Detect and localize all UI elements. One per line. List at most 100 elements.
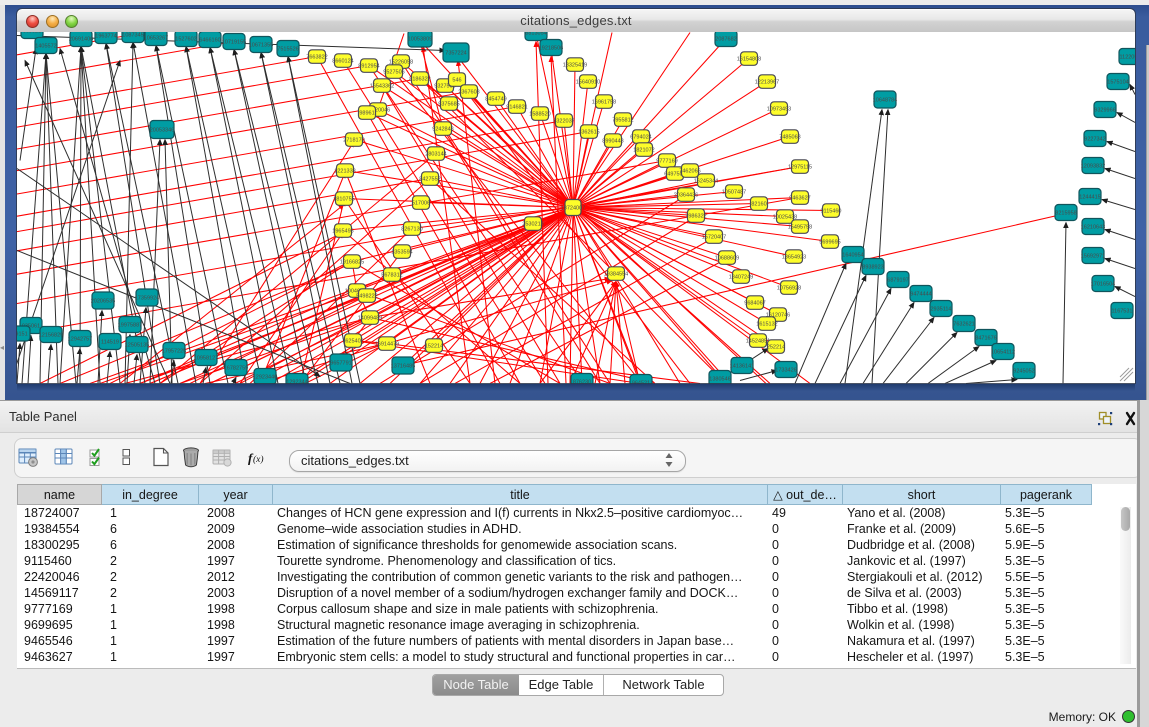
svg-text:7462066: 7462066 — [679, 168, 700, 174]
svg-text:2087682: 2087682 — [715, 36, 736, 42]
svg-text:1353594: 1353594 — [391, 249, 412, 255]
svg-text:15720407: 15720407 — [702, 234, 726, 240]
svg-text:16245344: 16245344 — [694, 178, 718, 184]
svg-text:16782759: 16782759 — [224, 365, 248, 371]
svg-text:964521: 964521 — [632, 380, 650, 384]
svg-text:8813054: 8813054 — [525, 32, 546, 37]
svg-text:6879197: 6879197 — [887, 277, 908, 283]
svg-text:39151: 39151 — [17, 331, 28, 337]
svg-text:17016504: 17016504 — [1091, 281, 1115, 287]
svg-text:18724007: 18724007 — [561, 205, 585, 211]
svg-text:8912954: 8912954 — [358, 63, 379, 69]
svg-text:8660124: 8660124 — [332, 58, 353, 64]
svg-text:17359924: 17359924 — [135, 295, 159, 301]
svg-text:6466160: 6466160 — [199, 37, 220, 43]
svg-text:1380546: 1380546 — [709, 376, 730, 382]
svg-text:8322037: 8322037 — [553, 118, 574, 124]
svg-text:82160: 82160 — [751, 201, 766, 207]
svg-text:12213967: 12213967 — [755, 79, 779, 85]
svg-text:2935114: 2935114 — [930, 306, 951, 312]
svg-text:20364436: 20364436 — [674, 192, 698, 198]
svg-text:13654923: 13654923 — [782, 254, 806, 260]
svg-text:10654112: 10654112 — [991, 349, 1015, 355]
svg-text:1244415: 1244415 — [1079, 194, 1100, 200]
svg-text:8990443: 8990443 — [602, 138, 623, 144]
svg-text:10719155: 10719155 — [222, 39, 246, 45]
svg-text:12975115: 12975115 — [788, 164, 812, 170]
svg-text:12942757: 12942757 — [68, 336, 92, 342]
svg-text:9242848: 9242848 — [432, 126, 453, 132]
svg-text:7357224: 7357224 — [445, 50, 466, 56]
svg-text:1821072: 1821072 — [633, 147, 654, 153]
svg-text:1640954: 1640954 — [842, 252, 863, 258]
svg-text:16543362: 16543362 — [370, 83, 394, 89]
svg-text:98961: 98961 — [359, 110, 374, 116]
svg-text:10053809: 10053809 — [408, 36, 432, 42]
svg-text:20691406: 20691406 — [69, 36, 93, 42]
svg-text:16154808: 16154808 — [737, 56, 761, 62]
svg-text:19166825: 19166825 — [340, 259, 364, 265]
svg-text:18407249: 18407249 — [729, 274, 753, 280]
svg-text:10756928: 10756928 — [777, 285, 801, 291]
svg-text:1362615: 1362615 — [578, 129, 599, 135]
svg-text:517006: 517006 — [412, 200, 430, 206]
svg-text:19975887: 19975887 — [118, 322, 142, 328]
svg-text:152214: 152214 — [425, 343, 443, 349]
svg-text:10688609: 10688609 — [715, 255, 739, 261]
svg-text:2803144: 2803144 — [425, 151, 446, 157]
svg-text:12093832: 12093832 — [1081, 163, 1105, 169]
svg-text:1405572: 1405572 — [35, 43, 56, 49]
svg-text:9375685: 9375685 — [438, 101, 459, 107]
svg-text:252214: 252214 — [767, 344, 785, 350]
svg-text:8471676: 8471676 — [975, 335, 996, 341]
svg-text:17957225: 17957225 — [162, 348, 186, 354]
svg-text:16914479: 16914479 — [375, 341, 399, 347]
svg-text:7663822: 7663822 — [306, 54, 327, 60]
svg-text:114519: 114519 — [101, 339, 119, 345]
svg-text:12505135: 12505135 — [125, 342, 149, 348]
svg-text:2718170: 2718170 — [343, 137, 364, 143]
svg-text:1963774: 1963774 — [95, 33, 116, 39]
svg-text:7955812: 7955812 — [612, 117, 633, 123]
svg-text:8215958: 8215958 — [1055, 210, 1076, 216]
svg-text:10958127: 10958127 — [194, 355, 218, 361]
svg-text:546: 546 — [452, 77, 461, 83]
svg-text:9146821: 9146821 — [506, 104, 527, 110]
svg-text:7632621: 7632621 — [953, 321, 974, 327]
svg-text:9115460: 9115460 — [820, 208, 841, 214]
svg-text:12923446: 12923446 — [253, 374, 277, 380]
svg-text:9463627: 9463627 — [789, 195, 810, 201]
svg-text:8427552: 8427552 — [419, 176, 440, 182]
svg-text:6794024: 6794024 — [630, 134, 651, 140]
svg-text:1221338: 1221338 — [334, 168, 355, 174]
svg-text:876230: 876230 — [573, 379, 591, 384]
svg-text:1167531: 1167531 — [1111, 308, 1132, 314]
svg-text:9474444: 9474444 — [910, 291, 931, 297]
svg-text:1965495: 1965495 — [332, 228, 353, 234]
svg-text:10507487: 10507487 — [722, 189, 746, 195]
svg-text:8938923: 8938923 — [862, 264, 883, 270]
svg-text:15495758: 15495758 — [788, 224, 812, 230]
svg-text:9657791: 9657791 — [330, 360, 351, 366]
svg-text:9684067: 9684067 — [744, 300, 765, 306]
svg-text:1527602: 1527602 — [175, 36, 196, 42]
svg-text:1575104: 1575104 — [1107, 79, 1128, 85]
svg-text:7485063: 7485063 — [779, 134, 800, 140]
svg-text:20206535: 20206535 — [91, 298, 115, 304]
svg-text:14136141: 14136141 — [730, 363, 754, 369]
svg-text:9527506: 9527506 — [383, 69, 404, 75]
svg-text:7986322: 7986322 — [685, 213, 706, 219]
svg-text:10653267: 10653267 — [144, 35, 168, 41]
svg-text:5678312: 5678312 — [381, 272, 402, 278]
svg-text:1292344: 1292344 — [286, 379, 307, 384]
svg-text:10648784: 10648784 — [873, 97, 897, 103]
svg-text:16961758: 16961758 — [592, 99, 616, 105]
svg-text:15692971: 15692971 — [1081, 253, 1105, 259]
svg-text:7625402: 7625402 — [342, 338, 363, 344]
svg-text:8267130: 8267130 — [401, 226, 422, 232]
svg-text:19384554: 19384554 — [604, 271, 628, 277]
svg-text:12156829: 12156829 — [39, 332, 63, 338]
svg-text:15640910: 15640910 — [576, 79, 600, 85]
svg-text:10671355: 10671355 — [249, 42, 273, 48]
svg-text:1733426: 1733426 — [775, 367, 796, 373]
